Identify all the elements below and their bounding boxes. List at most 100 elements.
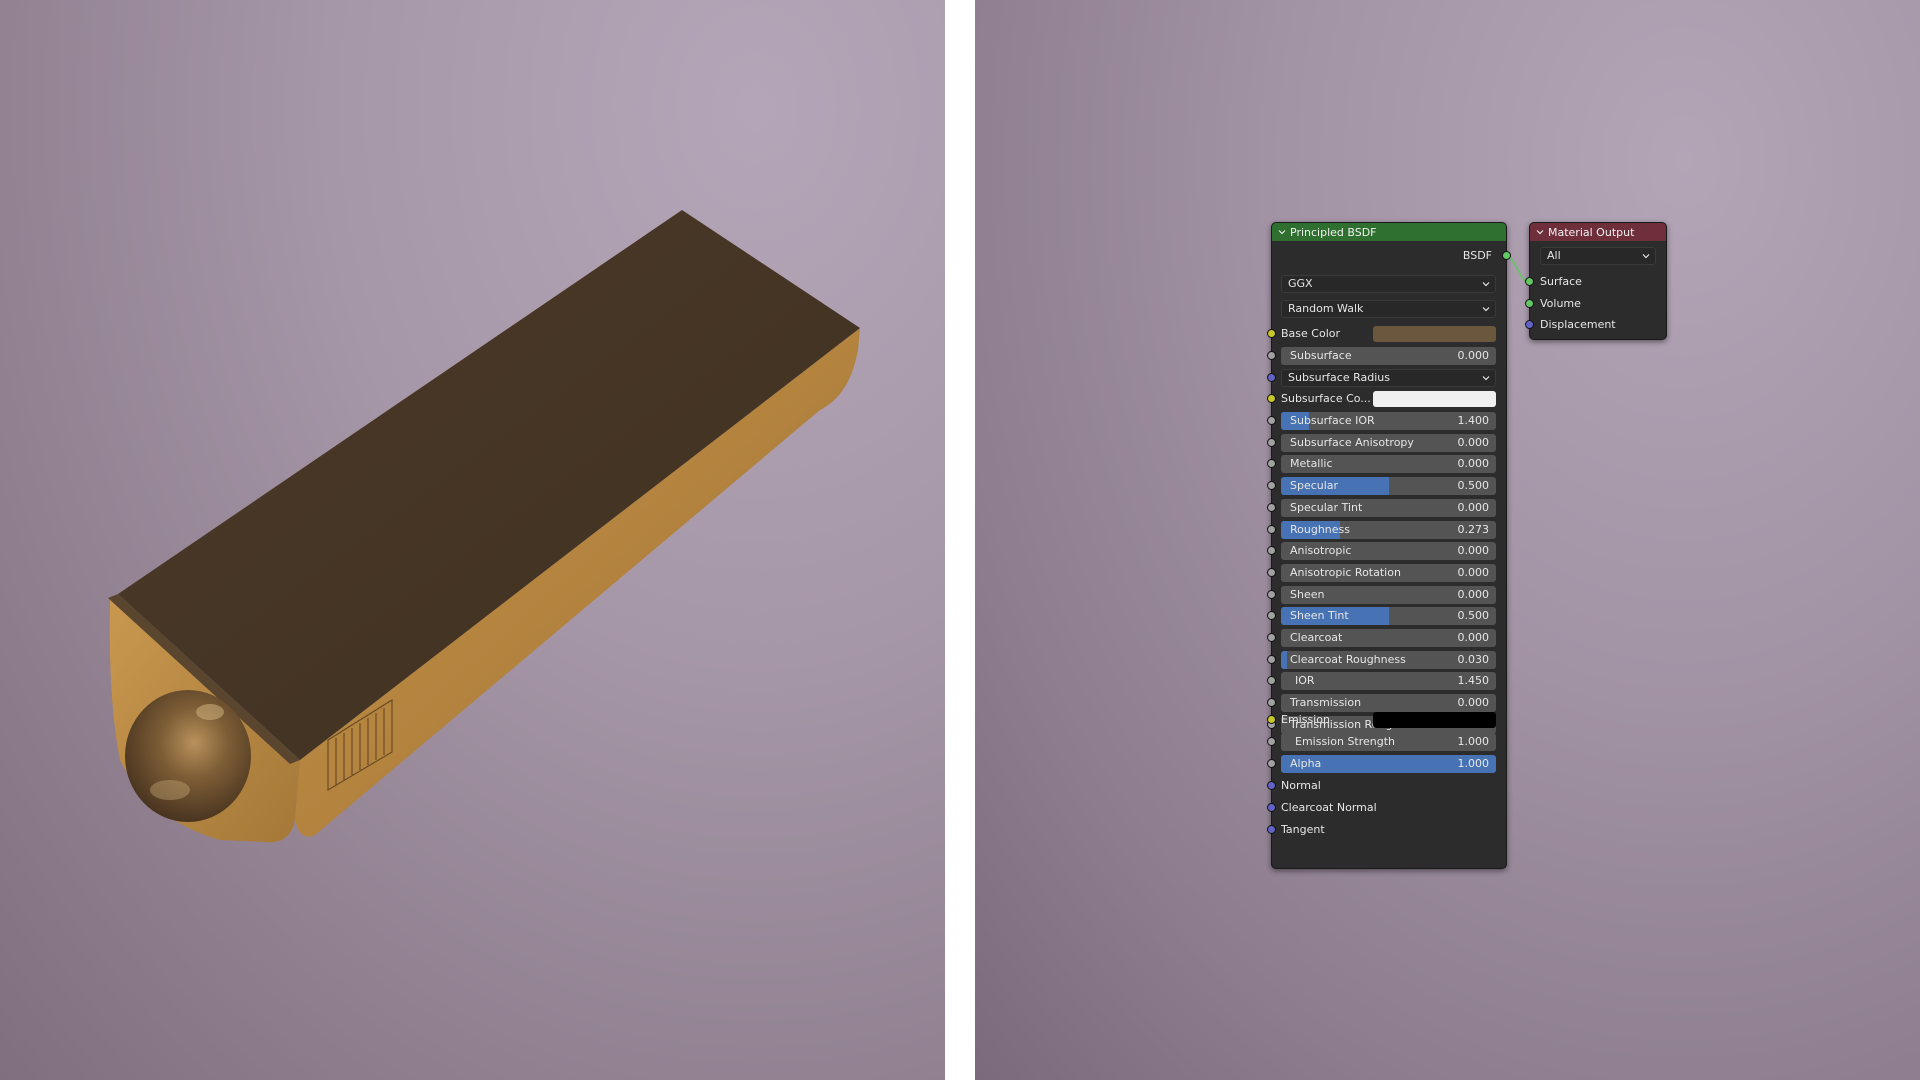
input-socket[interactable] xyxy=(1267,676,1276,685)
emission-strength-socket[interactable] xyxy=(1267,737,1276,746)
anisotropic-slider[interactable]: Anisotropic 0.000 xyxy=(1281,542,1496,560)
subsurface-color-swatch[interactable] xyxy=(1373,391,1496,407)
slider-label: Transmission xyxy=(1290,696,1362,709)
surface-socket[interactable] xyxy=(1525,277,1534,286)
chevron-down-icon[interactable] xyxy=(1536,228,1544,236)
clearcoat-normal-row: Clearcoat Normal xyxy=(1267,799,1506,817)
chevron-down-icon xyxy=(1482,307,1490,312)
slider-row: Subsurface IOR 1.400 xyxy=(1267,412,1506,430)
transmission-slider[interactable]: Transmission 0.000 xyxy=(1281,694,1496,712)
subsurface-color-label: Subsurface Co... xyxy=(1281,392,1371,405)
subsurface-radius-dropdown[interactable]: Subsurface Radius xyxy=(1281,369,1496,387)
slider-value: 0.000 xyxy=(1457,457,1490,470)
anisotropic-rotation-slider[interactable]: Anisotropic Rotation 0.000 xyxy=(1281,564,1496,582)
emission-swatch[interactable] xyxy=(1373,712,1496,728)
input-socket[interactable] xyxy=(1267,568,1276,577)
slider-row: Metallic 0.000 xyxy=(1267,455,1506,473)
volume-label: Volume xyxy=(1540,297,1581,310)
base-color-swatch[interactable] xyxy=(1373,326,1496,342)
input-socket[interactable] xyxy=(1267,416,1276,425)
input-socket[interactable] xyxy=(1267,503,1276,512)
volume-input-row: Volume xyxy=(1525,295,1666,313)
clearcoat-normal-socket[interactable] xyxy=(1267,803,1276,812)
rendered-object xyxy=(108,210,860,843)
slider-row: Subsurface 0.000 xyxy=(1267,347,1506,365)
volume-socket[interactable] xyxy=(1525,299,1534,308)
clearcoat-slider[interactable]: Clearcoat 0.000 xyxy=(1281,629,1496,647)
panel-divider xyxy=(945,0,975,1080)
emission-strength-slider[interactable]: Emission Strength 1.000 xyxy=(1281,733,1496,751)
alpha-socket[interactable] xyxy=(1267,759,1276,768)
input-socket[interactable] xyxy=(1267,525,1276,534)
subsurface-radius-label: Subsurface Radius xyxy=(1288,371,1390,384)
render-viewport[interactable] xyxy=(0,0,945,1080)
input-socket[interactable] xyxy=(1267,698,1276,707)
slider-row: IOR 1.450 xyxy=(1267,672,1506,690)
input-socket[interactable] xyxy=(1267,633,1276,642)
displacement-socket[interactable] xyxy=(1525,320,1534,329)
ior-slider[interactable]: IOR 1.450 xyxy=(1281,672,1496,690)
subsurface-color-socket[interactable] xyxy=(1267,394,1276,403)
normal-label: Normal xyxy=(1281,779,1321,792)
input-socket[interactable] xyxy=(1267,351,1276,360)
normal-socket[interactable] xyxy=(1267,781,1276,790)
input-socket[interactable] xyxy=(1267,459,1276,468)
alpha-slider[interactable]: Alpha 1.000 xyxy=(1281,755,1496,773)
specular-tint-slider[interactable]: Specular Tint 0.000 xyxy=(1281,499,1496,517)
subsurface-slider[interactable]: Subsurface 0.000 xyxy=(1281,347,1496,365)
slider-label: IOR xyxy=(1295,674,1315,687)
displacement-label: Displacement xyxy=(1540,318,1616,331)
slider-value: 0.030 xyxy=(1457,653,1490,666)
emission-row: Emission xyxy=(1267,711,1506,729)
slider-row: Subsurface Anisotropy 0.000 xyxy=(1267,434,1506,452)
input-socket[interactable] xyxy=(1267,590,1276,599)
slider-label: Anisotropic xyxy=(1290,544,1352,557)
slider-row: Clearcoat Roughness 0.030 xyxy=(1267,651,1506,669)
input-socket[interactable] xyxy=(1267,655,1276,664)
bsdf-node-header[interactable]: Principled BSDF xyxy=(1272,223,1506,241)
displacement-input-row: Displacement xyxy=(1525,316,1666,334)
slider-value: 0.000 xyxy=(1457,696,1490,709)
input-socket[interactable] xyxy=(1267,481,1276,490)
chevron-down-icon[interactable] xyxy=(1278,228,1286,236)
slider-label: Sheen xyxy=(1290,588,1325,601)
bsdf-output-socket[interactable] xyxy=(1502,251,1511,260)
surface-label: Surface xyxy=(1540,275,1582,288)
slider-row: Specular 0.500 xyxy=(1267,477,1506,495)
subsurface-ior-slider[interactable]: Subsurface IOR 1.400 xyxy=(1281,412,1496,430)
roughness-slider[interactable]: Roughness 0.273 xyxy=(1281,521,1496,539)
node-editor[interactable]: Principled BSDF BSDF GGX Random Walk Bas… xyxy=(975,0,1920,1080)
input-socket[interactable] xyxy=(1267,438,1276,447)
slider-value: 1.400 xyxy=(1457,414,1490,427)
tangent-socket[interactable] xyxy=(1267,825,1276,834)
alpha-row: Alpha 1.000 xyxy=(1267,755,1506,773)
clearcoat-normal-label: Clearcoat Normal xyxy=(1281,801,1377,814)
emission-socket[interactable] xyxy=(1267,715,1276,724)
sheen-slider[interactable]: Sheen 0.000 xyxy=(1281,586,1496,604)
output-node-header[interactable]: Material Output xyxy=(1530,223,1666,241)
slider-value: 0.000 xyxy=(1457,631,1490,644)
material-output-node[interactable]: Material Output All Surface Volume Displ… xyxy=(1525,222,1667,340)
clearcoat-roughness-slider[interactable]: Clearcoat Roughness 0.030 xyxy=(1281,651,1496,669)
principled-bsdf-node[interactable]: Principled BSDF BSDF GGX Random Walk Bas… xyxy=(1267,222,1511,869)
surface-input-row: Surface xyxy=(1525,273,1666,291)
subsurface-radius-socket[interactable] xyxy=(1267,373,1276,382)
slider-value: 1.000 xyxy=(1457,735,1490,748)
slider-row: Sheen 0.000 xyxy=(1267,586,1506,604)
slider-row: Specular Tint 0.000 xyxy=(1267,499,1506,517)
target-dropdown[interactable]: All xyxy=(1540,247,1656,265)
specular-slider[interactable]: Specular 0.500 xyxy=(1281,477,1496,495)
distribution-dropdown[interactable]: GGX xyxy=(1281,275,1496,293)
subsurface-method-dropdown[interactable]: Random Walk xyxy=(1281,300,1496,318)
input-socket[interactable] xyxy=(1267,611,1276,620)
slider-label: Specular Tint xyxy=(1290,501,1363,514)
slider-label: Alpha xyxy=(1290,757,1322,770)
metallic-slider[interactable]: Metallic 0.000 xyxy=(1281,455,1496,473)
sheen-tint-slider[interactable]: Sheen Tint 0.500 xyxy=(1281,607,1496,625)
slider-label: Subsurface xyxy=(1290,349,1352,362)
bsdf-output-row: BSDF xyxy=(1272,247,1511,265)
base-color-socket[interactable] xyxy=(1267,329,1276,338)
input-socket[interactable] xyxy=(1267,546,1276,555)
subsurface-anisotropy-slider[interactable]: Subsurface Anisotropy 0.000 xyxy=(1281,434,1496,452)
chevron-down-icon xyxy=(1482,376,1490,381)
